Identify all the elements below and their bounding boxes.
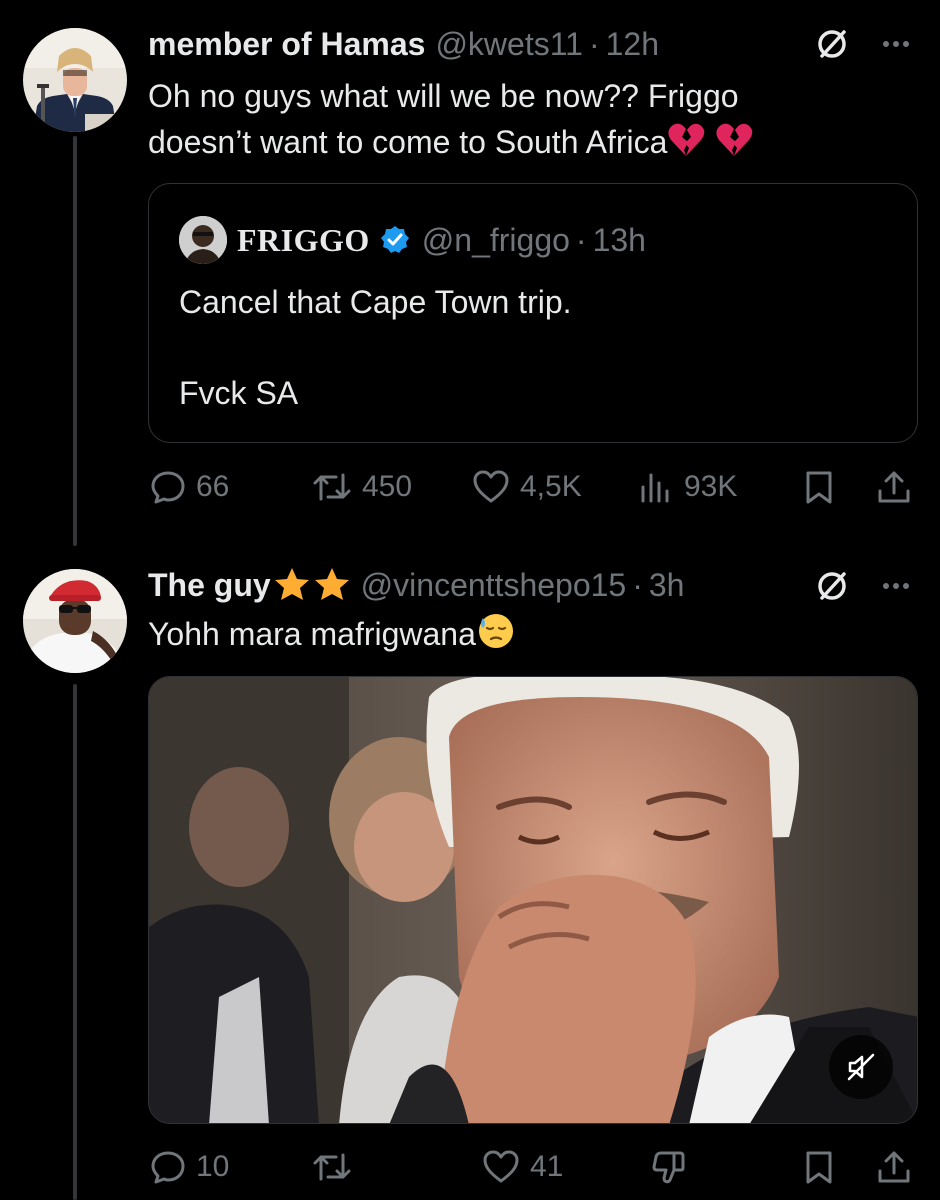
repost-button[interactable] xyxy=(312,1142,352,1192)
views-icon xyxy=(641,473,669,503)
author-name[interactable]: The guy xyxy=(148,567,271,604)
share-icon xyxy=(878,471,910,503)
like-icon xyxy=(483,1150,519,1183)
video-frame-image xyxy=(149,677,917,1123)
bookmark-button[interactable] xyxy=(802,1142,836,1192)
avatar[interactable] xyxy=(23,569,127,673)
quoted-author-handle[interactable]: @n_friggo xyxy=(422,222,570,259)
downcast-sweat-face-icon xyxy=(476,610,516,662)
tweet-header: member of Hamas @kwets11 · 12h xyxy=(148,22,659,66)
quoted-text-line: Cancel that Cape Town trip. xyxy=(179,284,572,320)
grok-icon[interactable] xyxy=(812,24,852,64)
bookmark-icon xyxy=(806,471,832,504)
like-button[interactable]: 41 xyxy=(482,1142,563,1192)
timestamp[interactable]: 3h xyxy=(649,567,685,604)
like-button[interactable]: 4,5K xyxy=(472,462,582,512)
quoted-author-name[interactable]: FRIGGO xyxy=(237,222,370,259)
reply-icon xyxy=(151,1151,185,1184)
bookmark-button[interactable] xyxy=(802,462,836,512)
tweet-actions: 10 41 xyxy=(148,1142,918,1192)
mute-icon xyxy=(847,1053,875,1081)
video-player[interactable] xyxy=(148,676,918,1124)
author-name[interactable]: member of Hamas xyxy=(148,26,425,63)
more-icon[interactable] xyxy=(876,24,916,64)
tweet-text: Yohh mara mafrigwana xyxy=(148,610,516,662)
reply-count: 10 xyxy=(196,1150,230,1183)
tweet-actions: 66 450 4,5K 93K xyxy=(148,462,918,512)
separator-dot: · xyxy=(632,566,643,603)
tweet-text-line: Oh no guys what will we be now?? Friggo xyxy=(148,78,739,114)
reply-count: 66 xyxy=(196,470,230,503)
more-icon[interactable] xyxy=(876,566,916,606)
avatar-vincenttshepo15-image xyxy=(23,569,127,673)
separator-dot: · xyxy=(575,221,587,258)
avatar-kwets11-image xyxy=(23,28,127,132)
like-icon xyxy=(473,470,509,503)
bookmark-icon xyxy=(806,1151,832,1184)
share-button[interactable] xyxy=(876,462,912,512)
broken-heart-icon xyxy=(667,122,705,170)
tweet-text: Oh no guys what will we be now?? Friggo … xyxy=(148,73,753,170)
reply-button[interactable]: 66 xyxy=(150,462,229,512)
avatar[interactable] xyxy=(23,28,127,132)
quoted-tweet[interactable]: FRIGGO @n_friggo · 13h Cancel that Cape … xyxy=(148,183,918,443)
view-count: 93K xyxy=(684,470,738,503)
repost-button[interactable]: 450 xyxy=(312,462,412,512)
views-button[interactable]: 93K xyxy=(638,462,737,512)
tweet-text-line: doesn’t want to come to South Africa xyxy=(148,124,668,160)
star-icon xyxy=(273,566,311,604)
reply-button[interactable]: 10 xyxy=(150,1142,229,1192)
like-count: 41 xyxy=(530,1150,564,1183)
share-button[interactable] xyxy=(876,1142,912,1192)
author-handle[interactable]: @kwets11 xyxy=(435,26,583,63)
downvote-button[interactable] xyxy=(650,1142,686,1192)
timestamp[interactable]: 12h xyxy=(606,26,659,63)
repost-count: 450 xyxy=(362,470,413,503)
repost-icon xyxy=(313,473,351,501)
reply-icon xyxy=(151,471,185,504)
quoted-text-line: Fvck SA xyxy=(179,375,299,411)
broken-heart-icon xyxy=(715,122,753,170)
mute-button[interactable] xyxy=(829,1035,893,1099)
grok-icon[interactable] xyxy=(812,566,852,606)
tweet-text-line: Yohh mara mafrigwana xyxy=(148,616,476,652)
tweet-header: The guy @vincenttshepo15 · 3h xyxy=(148,563,684,607)
thread-line-top xyxy=(73,136,77,546)
like-count: 4,5K xyxy=(520,470,582,503)
repost-icon xyxy=(313,1153,351,1181)
star-icon xyxy=(313,566,351,604)
separator-dot: · xyxy=(588,25,600,62)
share-icon xyxy=(878,1151,910,1183)
quoted-timestamp[interactable]: 13h xyxy=(593,222,646,259)
verified-badge-icon xyxy=(380,225,410,255)
quoted-tweet-header: FRIGGO @n_friggo · 13h xyxy=(179,216,646,264)
author-handle[interactable]: @vincenttshepo15 xyxy=(361,567,627,604)
quoted-avatar[interactable] xyxy=(179,216,227,264)
thread-line-bottom xyxy=(73,684,77,1200)
downvote-icon xyxy=(652,1151,685,1184)
